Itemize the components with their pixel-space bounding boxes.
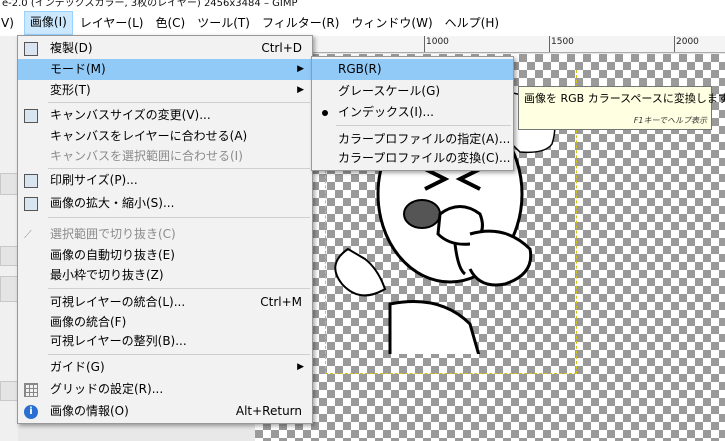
menubar: V) 画像(I) レイヤー(L) 色(C) ツール(T) フィルター(R) ウィ… <box>0 10 725 36</box>
ruler-tick-label: 1000 <box>426 37 449 47</box>
menu-item-crop-to-selection[interactable]: ⟋ 選択範囲で切り抜き(C) <box>18 224 312 245</box>
image-menu-dropdown: 複製(D) Ctrl+D モード(M) ▶ 変形(T) ▶ キャンバスサイズの変… <box>17 35 313 424</box>
tooltip-help-hint: F1キーでヘルプ表示 <box>633 116 707 125</box>
submenu-item-assign-color-profile[interactable]: カラープロファイルの指定(A)... <box>312 129 513 150</box>
dock-widget[interactable] <box>0 246 18 266</box>
scale-image-icon <box>24 197 38 211</box>
ruler-tick-label: 1500 <box>551 37 574 47</box>
window-title: e-2.0 (インデックスカラー, 3枚のレイヤー) 2456x3484 – G… <box>0 0 725 10</box>
menubar-item-help[interactable]: ヘルプ(H) <box>440 12 504 34</box>
submenu-item-grayscale[interactable]: グレースケール(G) <box>312 81 513 102</box>
menu-item-canvas-size[interactable]: キャンバスサイズの変更(V)... <box>18 105 312 126</box>
radio-selected-icon <box>322 110 328 116</box>
horizontal-ruler[interactable]: 1000 1500 2000 <box>258 36 725 53</box>
submenu-item-indexed[interactable]: インデックス(I)... <box>312 102 513 123</box>
submenu-arrow-icon: ▶ <box>297 362 304 372</box>
menu-item-merge-visible-layers[interactable]: 可視レイヤーの統合(L)... Ctrl+M <box>18 292 312 313</box>
submenu-item-convert-color-profile[interactable]: カラープロファイルの変換(C)... <box>312 148 513 169</box>
submenu-item-rgb[interactable]: RGB(R) <box>312 59 513 80</box>
menubar-item-windows[interactable]: ウィンドウ(W) <box>346 12 437 34</box>
menu-item-flatten-image[interactable]: 画像の統合(F) <box>18 312 312 333</box>
grid-icon <box>24 383 38 397</box>
menu-item-mode[interactable]: モード(M) ▶ <box>18 59 312 80</box>
menubar-item-filters[interactable]: フィルター(R) <box>257 12 344 34</box>
mode-submenu: RGB(R) グレースケール(G) インデックス(I)... カラープロファイル… <box>311 56 514 171</box>
menu-item-zealous-crop[interactable]: 最小枠で切り抜き(Z) <box>18 265 312 286</box>
menubar-item-colors[interactable]: 色(C) <box>151 12 191 34</box>
dock-widget[interactable] <box>0 381 18 401</box>
dock-widget[interactable] <box>0 173 18 195</box>
menu-item-print-size[interactable]: 印刷サイズ(P)... <box>18 170 312 191</box>
menu-item-image-properties[interactable]: i 画像の情報(O) Alt+Return <box>18 401 312 422</box>
menu-item-duplicate[interactable]: 複製(D) Ctrl+D <box>18 38 312 59</box>
menu-item-configure-grid[interactable]: グリッドの設定(R)... <box>18 379 312 400</box>
menu-item-scale-image[interactable]: 画像の拡大・縮小(S)... <box>18 193 312 214</box>
canvas-size-icon <box>24 109 38 123</box>
menubar-item-tools[interactable]: ツール(T) <box>192 12 255 34</box>
submenu-arrow-icon: ▶ <box>297 64 304 74</box>
ruler-tick-label: 2000 <box>676 37 699 47</box>
menu-item-autocrop[interactable]: 画像の自動切り抜き(E) <box>18 245 312 266</box>
menubar-item-image[interactable]: 画像(I) <box>23 11 73 35</box>
crop-icon: ⟋ <box>24 228 32 241</box>
duplicate-icon <box>24 42 38 56</box>
menu-item-fit-canvas-to-layers[interactable]: キャンバスをレイヤーに合わせる(A) <box>18 126 312 147</box>
tooltip-text: 画像を RGB カラースペースに変換します <box>524 92 725 105</box>
tooltip: 画像を RGB カラースペースに変換します F1キーでヘルプ表示 <box>518 86 725 130</box>
menu-item-fit-canvas-to-selection[interactable]: キャンバスを選択範囲に合わせる(I) <box>18 146 312 167</box>
menu-item-align-visible-layers[interactable]: 可視レイヤーの整列(B)... <box>18 331 312 352</box>
submenu-arrow-icon: ▶ <box>297 85 304 95</box>
info-icon: i <box>24 405 38 419</box>
menubar-item-view[interactable]: V) <box>0 12 22 34</box>
dock-widget[interactable] <box>0 276 18 302</box>
print-size-icon <box>24 174 38 188</box>
menu-item-transform[interactable]: 変形(T) ▶ <box>18 80 312 101</box>
menu-item-guides[interactable]: ガイド(G) ▶ <box>18 357 312 378</box>
menubar-item-layer[interactable]: レイヤー(L) <box>75 12 149 34</box>
